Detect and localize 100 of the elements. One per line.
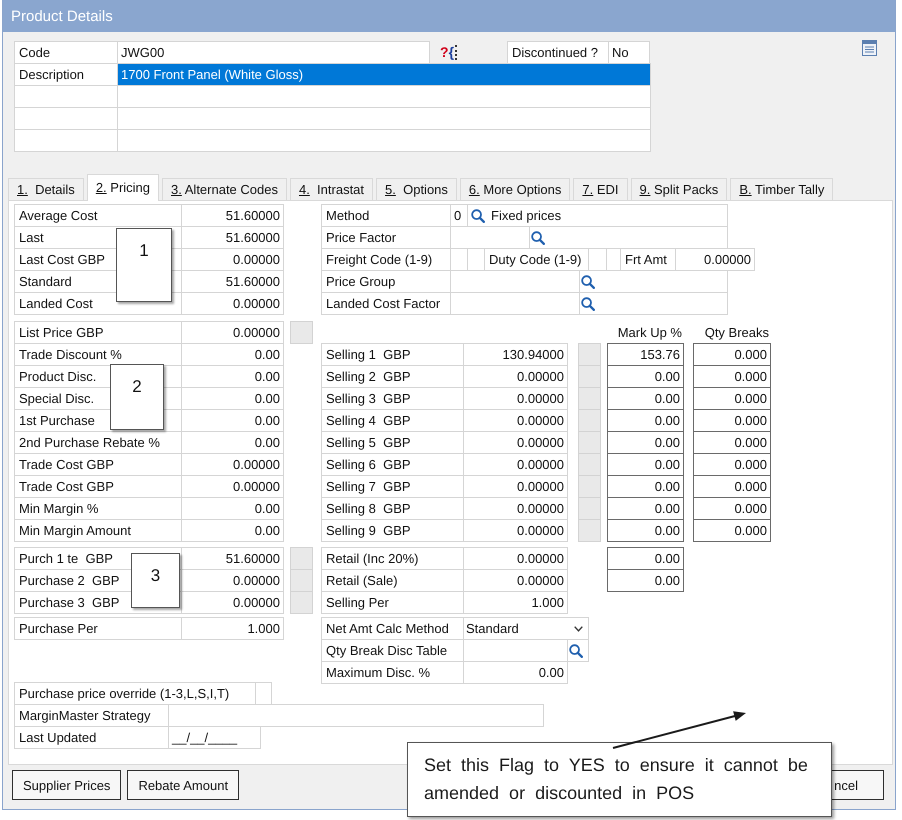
field-label: Selling 4 GBP xyxy=(326,413,411,428)
tab[interactable]: 1. Details xyxy=(8,178,84,200)
field-label: Min Margin Amount xyxy=(19,523,131,538)
field-label: Selling Per xyxy=(326,595,389,610)
side-button[interactable] xyxy=(579,454,600,475)
qty-break-field[interactable]: 0.000 xyxy=(694,476,770,497)
value-field[interactable]: 0.00000 xyxy=(182,592,283,613)
qty-break-field[interactable]: 0.000 xyxy=(694,388,770,409)
side-button[interactable] xyxy=(579,410,600,431)
value-field[interactable]: 0.00 xyxy=(182,366,283,387)
value-field[interactable]: 0.00000 xyxy=(182,249,283,270)
value-field[interactable]: 1.000 xyxy=(464,592,567,613)
dropdown[interactable]: Standard xyxy=(464,618,588,639)
field-label: Retail (Sale) xyxy=(326,573,398,588)
dialog-button[interactable]: Supplier Prices xyxy=(12,770,122,800)
value-field[interactable]: 0.00000 xyxy=(182,293,283,314)
value-field[interactable]: 51.60000 xyxy=(182,227,283,248)
side-button[interactable] xyxy=(579,520,600,541)
markup-field[interactable]: 0.00 xyxy=(608,520,683,541)
input-field[interactable] xyxy=(118,108,650,129)
value-field[interactable]: 0.00000 xyxy=(464,476,567,497)
field-label: Special Disc. xyxy=(19,391,94,406)
qty-break-field[interactable]: 0.000 xyxy=(694,344,770,365)
side-button[interactable] xyxy=(291,548,312,569)
field-label: 1st Purchase xyxy=(19,413,95,428)
markup-field[interactable]: 153.76 xyxy=(608,344,683,365)
value-field[interactable]: 0.00000 xyxy=(182,322,283,343)
value-field[interactable]: 0.00 xyxy=(182,432,283,453)
tab[interactable]: 4. Intrastat xyxy=(290,178,374,200)
qty-break-field[interactable]: 0.000 xyxy=(694,520,770,541)
value-field[interactable]: 0.00000 xyxy=(464,366,567,387)
markup-field[interactable]: 0.00 xyxy=(608,498,683,519)
tab[interactable]: 7. EDI xyxy=(573,178,628,200)
dialog-button[interactable]: Rebate Amount xyxy=(127,770,240,800)
tab[interactable]: 9. Split Packs xyxy=(630,178,728,200)
value-field[interactable]: 0.00000 xyxy=(464,388,567,409)
field-label: Standard xyxy=(19,274,72,289)
markup-field[interactable]: 0.00 xyxy=(608,432,683,453)
value-field[interactable]: 0.00 xyxy=(182,410,283,431)
field-label: Purch 1 te GBP xyxy=(19,551,113,566)
tab[interactable]: 5. Options xyxy=(376,178,457,200)
field-label: Description xyxy=(15,64,117,85)
input-field[interactable] xyxy=(118,130,650,151)
value-field[interactable]: 0.00000 xyxy=(464,498,567,519)
tab[interactable]: 2. Pricing xyxy=(86,174,160,201)
side-button[interactable] xyxy=(579,344,600,365)
value-field[interactable]: 0.00000 xyxy=(464,410,567,431)
value-field[interactable]: 51.60000 xyxy=(182,271,283,292)
field-label: Landed Cost xyxy=(19,296,93,311)
side-button[interactable] xyxy=(291,592,312,613)
value-field[interactable]: 0.00 xyxy=(182,498,283,519)
value-field[interactable]: 0.00 xyxy=(182,520,283,541)
value-field[interactable]: 130.94000 xyxy=(464,344,567,365)
side-button[interactable] xyxy=(579,476,600,497)
side-button[interactable] xyxy=(291,322,312,343)
side-button[interactable] xyxy=(579,498,600,519)
step-number: 3 xyxy=(131,553,180,608)
field-label: Last Cost GBP xyxy=(19,252,105,267)
side-button[interactable] xyxy=(579,432,600,453)
side-button[interactable] xyxy=(579,388,600,409)
value-field[interactable]: 0.00000 xyxy=(464,454,567,475)
field-label: Selling 5 GBP xyxy=(326,435,411,450)
value-field[interactable]: 0.00000 xyxy=(182,476,283,497)
column-header: Qty Breaks xyxy=(704,324,769,340)
markup-field[interactable]: 0.00 xyxy=(608,476,683,497)
tab[interactable]: B. Timber Tally xyxy=(730,178,834,200)
value-field[interactable]: 0.00000 xyxy=(182,570,283,591)
markup-field[interactable]: 0.00 xyxy=(608,570,683,591)
markup-field[interactable]: 0.00 xyxy=(608,366,683,387)
value-field[interactable]: 51.60000 xyxy=(182,205,283,226)
value-field[interactable]: 1700 Front Panel (White Gloss) xyxy=(118,64,650,85)
input-field[interactable] xyxy=(118,86,650,107)
side-button[interactable] xyxy=(579,366,600,387)
markup-field[interactable]: 0.00 xyxy=(608,548,683,569)
value-field[interactable]: 0.00 xyxy=(182,388,283,409)
value-field[interactable]: 0.00 xyxy=(182,344,283,365)
markup-field[interactable]: 0.00 xyxy=(608,454,683,475)
field-label: Retail (Inc 20%) xyxy=(326,551,418,566)
markup-field[interactable]: 0.00 xyxy=(608,410,683,431)
window-title: Product Details xyxy=(11,8,113,24)
field-label: Selling 9 GBP xyxy=(326,523,411,538)
dialog-button[interactable]: ncel xyxy=(832,770,884,800)
value-field[interactable]: 51.60000 xyxy=(182,548,283,569)
value-field[interactable]: 0.00000 xyxy=(464,548,567,569)
document-list-icon[interactable] xyxy=(862,40,877,56)
qty-break-field[interactable]: 0.000 xyxy=(694,498,770,519)
value-field[interactable]: 0.00000 xyxy=(182,454,283,475)
tab[interactable]: 6. More Options xyxy=(460,178,570,200)
value-field[interactable]: 0.00000 xyxy=(464,570,567,591)
side-button[interactable] xyxy=(291,570,312,591)
tab[interactable]: 3. Alternate Codes xyxy=(162,178,287,200)
qty-break-field[interactable]: 0.000 xyxy=(694,410,770,431)
value-field[interactable]: 0.00000 xyxy=(464,520,567,541)
field-label: Trade Cost GBP xyxy=(19,479,114,494)
markup-field[interactable]: 0.00 xyxy=(608,388,683,409)
value-field[interactable]: 0.00000 xyxy=(464,432,567,453)
qty-break-field[interactable]: 0.000 xyxy=(694,432,770,453)
qty-break-field[interactable]: 0.000 xyxy=(694,366,770,387)
field-label: Purchase 2 GBP xyxy=(19,573,120,588)
qty-break-field[interactable]: 0.000 xyxy=(694,454,770,475)
